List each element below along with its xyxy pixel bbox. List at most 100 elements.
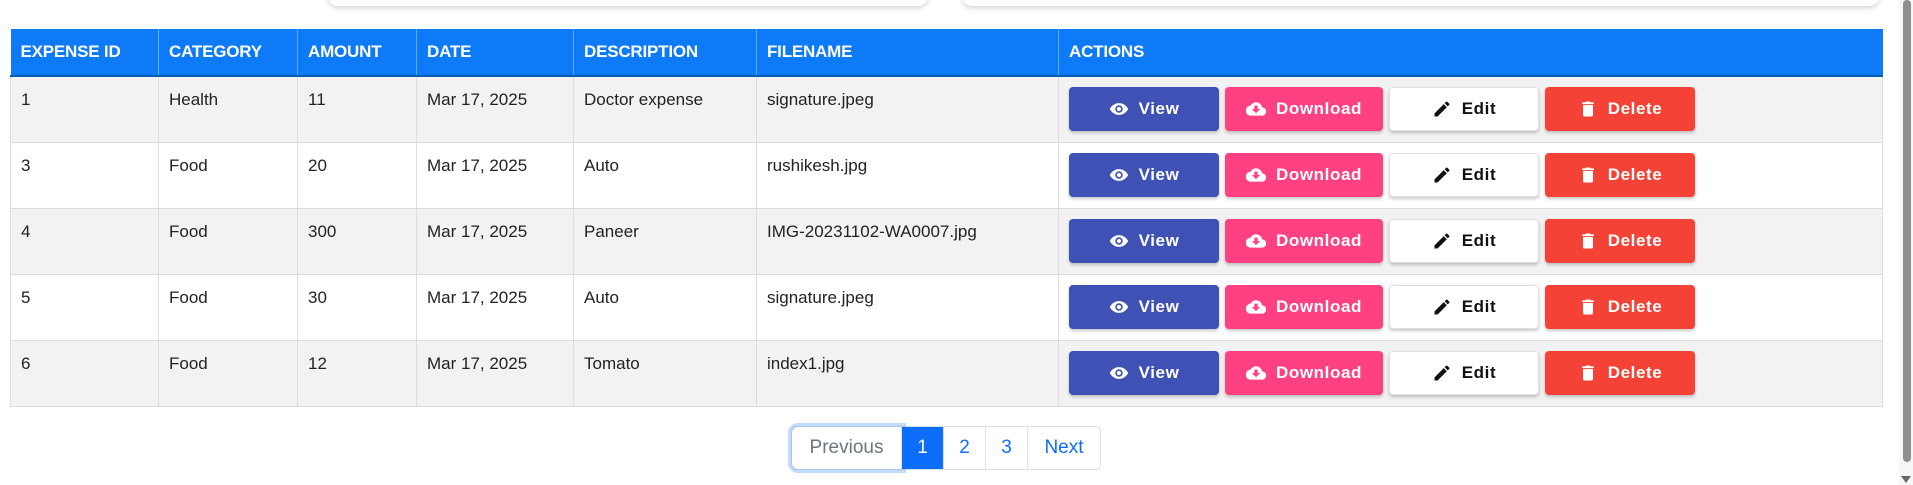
expense-table-container: EXPENSE ID CATEGORY AMOUNT DATE DESCRIPT… [10, 29, 1883, 407]
cell-expense-id: 6 [10, 340, 159, 407]
cloud-download-icon [1245, 299, 1266, 314]
view-button[interactable]: View [1069, 350, 1219, 395]
eye-icon [1109, 366, 1128, 379]
view-label: View [1138, 99, 1180, 118]
download-button[interactable]: Download [1225, 284, 1383, 329]
edit-button[interactable]: Edit [1389, 284, 1539, 329]
cell-filename: signature.jpeg [756, 274, 1059, 341]
pencil-icon [1434, 299, 1450, 314]
pencil-icon [1434, 167, 1450, 182]
delete-button[interactable]: Delete [1545, 218, 1695, 263]
table-header: EXPENSE ID CATEGORY AMOUNT DATE DESCRIPT… [10, 29, 1883, 77]
cell-actions: View Download Edit Delete [1058, 274, 1883, 341]
download-label: Download [1275, 99, 1362, 118]
eye-icon [1109, 300, 1128, 313]
table-row: 5 Food 30 Mar 17, 2025 Auto signature.jp… [10, 274, 1883, 341]
cell-actions: View Download Edit Delete [1058, 340, 1883, 407]
edit-button[interactable]: Edit [1389, 152, 1539, 197]
delete-button[interactable]: Delete [1545, 87, 1695, 131]
download-button[interactable]: Download [1225, 87, 1383, 131]
header-expense-id: EXPENSE ID [10, 29, 159, 77]
summary-card-right [962, 0, 1879, 6]
cell-expense-id: 5 [10, 274, 159, 341]
cell-amount: 20 [297, 142, 417, 209]
edit-button[interactable]: Edit [1389, 218, 1539, 263]
download-label: Download [1275, 164, 1362, 184]
pagination-page-3[interactable]: 3 [986, 427, 1028, 469]
cloud-download-icon [1245, 102, 1266, 116]
view-button[interactable]: View [1069, 152, 1219, 197]
view-button[interactable]: View [1069, 87, 1219, 131]
scrollbar-thumb[interactable] [1903, 0, 1911, 462]
edit-button[interactable]: Edit [1389, 350, 1539, 395]
cell-description: Auto [573, 274, 757, 341]
cell-description: Tomato [573, 340, 757, 407]
cell-description: Paneer [573, 208, 757, 275]
view-button[interactable]: View [1069, 284, 1219, 329]
cell-filename: signature.jpeg [756, 76, 1059, 143]
delete-label: Delete [1607, 362, 1663, 382]
pagination-previous[interactable]: Previous [792, 427, 902, 469]
edit-button[interactable]: Edit [1389, 87, 1539, 131]
cell-expense-id: 1 [10, 76, 159, 143]
pagination-page-2[interactable]: 2 [944, 427, 986, 469]
view-label: View [1138, 230, 1180, 250]
download-button[interactable]: Download [1225, 152, 1383, 197]
view-label: View [1138, 164, 1180, 184]
cell-filename: IMG-20231102-WA0007.jpg [756, 208, 1059, 275]
cell-actions: View Download Edit Delete [1058, 208, 1883, 275]
cell-actions: View Download Edit Delete [1058, 142, 1883, 209]
vertical-scrollbar[interactable] [1899, 0, 1913, 485]
cell-amount: 12 [297, 340, 417, 407]
cell-filename: rushikesh.jpg [756, 142, 1059, 209]
eye-icon [1109, 234, 1128, 247]
download-button[interactable]: Download [1225, 218, 1383, 263]
cell-category: Health [158, 76, 298, 143]
header-actions: ACTIONS [1058, 29, 1883, 77]
cloud-download-icon [1245, 365, 1266, 380]
cell-date: Mar 17, 2025 [416, 274, 574, 341]
cell-filename: index1.jpg [756, 340, 1059, 407]
eye-icon [1109, 103, 1128, 115]
edit-label: Edit [1461, 296, 1497, 316]
cloud-download-icon [1245, 167, 1266, 182]
eye-icon [1109, 168, 1128, 181]
edit-label: Edit [1461, 99, 1497, 118]
cloud-download-icon [1245, 233, 1266, 248]
table-row: 6 Food 12 Mar 17, 2025 Tomato index1.jpg… [10, 340, 1883, 407]
top-cards-area [0, 0, 1913, 8]
view-label: View [1138, 296, 1180, 316]
expense-table: EXPENSE ID CATEGORY AMOUNT DATE DESCRIPT… [10, 29, 1883, 407]
download-label: Download [1275, 362, 1362, 382]
delete-label: Delete [1607, 164, 1663, 184]
trash-icon [1581, 233, 1594, 248]
cell-date: Mar 17, 2025 [416, 340, 574, 407]
download-label: Download [1275, 230, 1362, 250]
pencil-icon [1434, 233, 1450, 248]
download-button[interactable]: Download [1225, 350, 1383, 395]
delete-button[interactable]: Delete [1545, 284, 1695, 329]
delete-label: Delete [1607, 296, 1663, 316]
header-description: DESCRIPTION [573, 29, 757, 77]
table-row: 4 Food 300 Mar 17, 2025 Paneer IMG-20231… [10, 208, 1883, 275]
scroll-down-arrow-icon[interactable] [1901, 476, 1911, 483]
trash-icon [1581, 365, 1594, 380]
edit-label: Edit [1461, 164, 1497, 184]
header-amount: AMOUNT [297, 29, 417, 77]
pagination: Previous 1 2 3 Next [791, 426, 1101, 470]
cell-category: Food [158, 274, 298, 341]
pagination-page-1[interactable]: 1 [902, 427, 944, 469]
table-body: 1 Health 11 Mar 17, 2025 Doctor expense … [10, 76, 1883, 407]
cell-date: Mar 17, 2025 [416, 208, 574, 275]
delete-label: Delete [1607, 99, 1663, 118]
view-button[interactable]: View [1069, 218, 1219, 263]
edit-label: Edit [1461, 230, 1497, 250]
view-label: View [1138, 362, 1180, 382]
pagination-next[interactable]: Next [1028, 427, 1100, 469]
delete-button[interactable]: Delete [1545, 152, 1695, 197]
delete-button[interactable]: Delete [1545, 350, 1695, 395]
cell-actions: View Download Edit Delete [1058, 76, 1883, 143]
download-label: Download [1275, 296, 1362, 316]
cell-description: Auto [573, 142, 757, 209]
summary-card-left [328, 0, 928, 6]
